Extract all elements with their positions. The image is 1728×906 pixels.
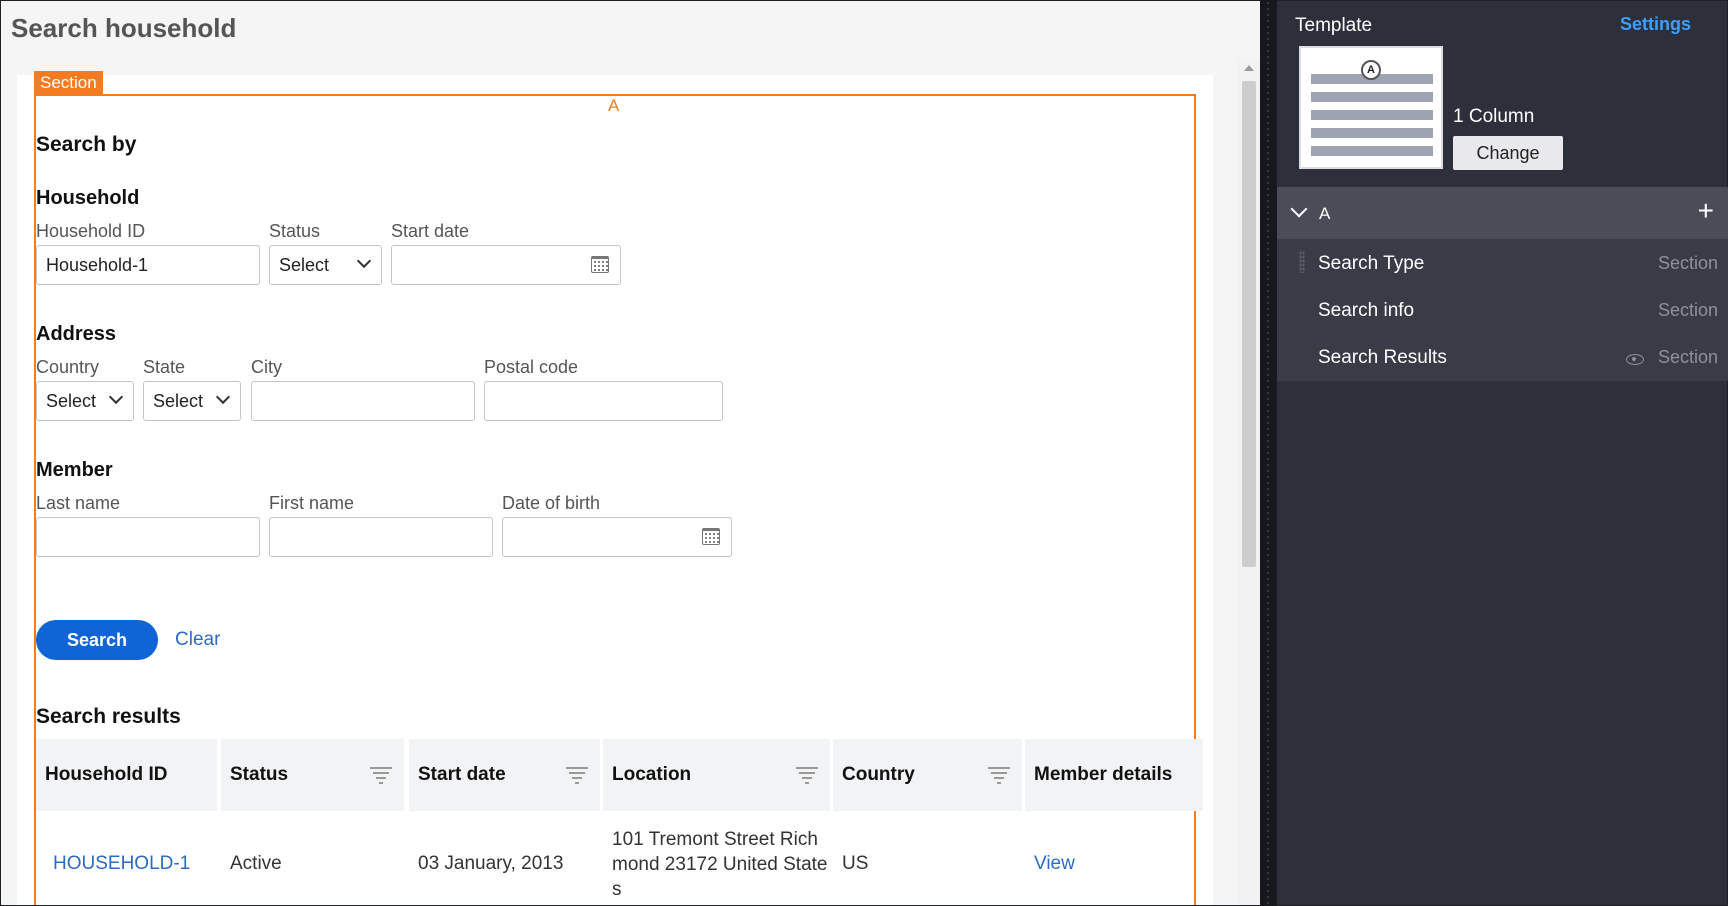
chevron-down-icon <box>215 389 231 405</box>
page-title: Search household <box>11 13 237 43</box>
panel-resize-handle[interactable] <box>1260 0 1277 906</box>
calendar-icon[interactable] <box>591 256 609 273</box>
cell-location: 101 Tremont Street Rich mond 23172 Unite… <box>612 827 828 902</box>
postal-code-label: Postal code <box>484 357 579 377</box>
start-date-label: Start date <box>391 221 470 241</box>
first-name-label: First name <box>269 493 355 513</box>
state-select[interactable]: Select <box>143 381 241 421</box>
city-label: City <box>251 357 282 377</box>
grip-dots <box>1265 0 1271 906</box>
vertical-scrollbar[interactable] <box>1237 59 1260 905</box>
template-label: Template <box>1295 15 1373 36</box>
column-header-household-id[interactable]: Household ID <box>36 739 217 811</box>
column-header-label: Start date <box>418 764 506 785</box>
status-select-value: Select <box>279 255 330 275</box>
cell-start-date: 03 January, 2013 <box>418 853 564 874</box>
first-name-input[interactable] <box>269 517 493 557</box>
status-select[interactable]: Select <box>269 245 382 285</box>
chevron-down-icon[interactable] <box>1290 200 1308 218</box>
column-header-start-date[interactable]: Start date <box>409 739 600 811</box>
filter-icon[interactable] <box>988 767 1010 785</box>
filter-icon[interactable] <box>566 767 588 785</box>
last-name-label: Last name <box>36 493 121 513</box>
thumbnail-bar <box>1311 146 1433 156</box>
properties-panel: Template Settings A 1 Column Change A + … <box>1277 0 1728 906</box>
region-item-search-type[interactable]: Search Type Section <box>1277 239 1728 286</box>
column-header-label: Household ID <box>45 764 168 785</box>
region-item-search-info[interactable]: Search info Section <box>1277 286 1728 333</box>
region-name: A <box>1319 204 1331 223</box>
thumbnail-bar <box>1311 110 1433 120</box>
chevron-down-icon <box>108 389 124 405</box>
calendar-icon[interactable] <box>702 528 720 545</box>
column-header-country[interactable]: Country <box>833 739 1022 811</box>
household-id-label: Household ID <box>36 221 146 241</box>
region-badge: A <box>1361 60 1381 80</box>
region-item-name: Search info <box>1318 300 1415 321</box>
design-canvas: Search household Section A Search by Hou… <box>0 0 1260 906</box>
column-header-label: Location <box>612 764 692 785</box>
scroll-thumb[interactable] <box>1242 81 1256 567</box>
cell-country: US <box>842 853 869 874</box>
country-label: Country <box>36 357 100 377</box>
state-select-value: Select <box>153 391 204 411</box>
region-item-name: Search Results <box>1318 347 1447 368</box>
search-button[interactable]: Search <box>36 620 158 660</box>
country-select[interactable]: Select <box>36 381 134 421</box>
cell-status: Active <box>230 853 282 874</box>
search-results-heading: Search results <box>36 705 181 728</box>
postal-code-input[interactable] <box>484 381 723 421</box>
column-header-label: Status <box>230 764 289 785</box>
filter-icon[interactable] <box>796 767 818 785</box>
scroll-up-arrow-icon[interactable] <box>1244 65 1254 71</box>
state-label: State <box>143 357 186 377</box>
region-label: A <box>608 96 620 115</box>
address-heading: Address <box>36 323 117 345</box>
last-name-input[interactable] <box>36 517 260 557</box>
household-id-input[interactable]: Household-1 <box>36 245 260 285</box>
column-header-member-details[interactable]: Member details <box>1025 739 1203 811</box>
cell-location-line: 101 Tremont Street Rich <box>612 829 818 850</box>
member-heading: Member <box>36 459 113 481</box>
country-select-value: Select <box>46 391 97 411</box>
settings-link[interactable]: Settings <box>1620 14 1691 35</box>
section-tag[interactable]: Section <box>34 71 103 95</box>
region-items-list: Search Type Section Search info Section … <box>1277 239 1728 381</box>
cell-location-line: s <box>612 879 622 900</box>
change-template-button[interactable]: Change <box>1453 136 1563 170</box>
thumbnail-bar <box>1311 128 1433 138</box>
column-header-location[interactable]: Location <box>603 739 830 811</box>
thumbnail-bar <box>1311 92 1433 102</box>
region-a-header[interactable]: A + <box>1277 187 1728 239</box>
start-date-input[interactable] <box>391 245 621 285</box>
drag-handle-icon[interactable] <box>1299 251 1305 273</box>
chevron-down-icon <box>356 253 372 269</box>
region-item-type: Section <box>1657 347 1718 367</box>
status-label: Status <box>269 221 321 241</box>
region-item-type: Section <box>1657 253 1718 273</box>
template-thumbnail[interactable]: A <box>1299 46 1443 169</box>
column-header-label: Member details <box>1034 764 1173 785</box>
cell-location-line: mond 23172 United State <box>612 854 828 875</box>
clear-link[interactable]: Clear <box>175 629 220 651</box>
eye-icon[interactable] <box>1626 354 1644 365</box>
search-by-heading: Search by <box>36 133 137 156</box>
add-icon[interactable]: + <box>1698 197 1714 225</box>
column-header-status[interactable]: Status <box>221 739 404 811</box>
date-of-birth-input[interactable] <box>502 517 732 557</box>
region-item-search-results[interactable]: Search Results Section <box>1277 333 1728 380</box>
city-input[interactable] <box>251 381 475 421</box>
column-header-label: Country <box>842 764 915 785</box>
cell-household-id-link[interactable]: HOUSEHOLD-1 <box>53 853 190 875</box>
filter-icon[interactable] <box>370 767 392 785</box>
cell-view-link[interactable]: View <box>1034 853 1075 875</box>
layout-name: 1 Column <box>1453 106 1535 127</box>
household-heading: Household <box>36 187 140 209</box>
region-item-name: Search Type <box>1318 253 1425 274</box>
region-item-type: Section <box>1657 300 1718 320</box>
date-of-birth-label: Date of birth <box>502 493 601 513</box>
